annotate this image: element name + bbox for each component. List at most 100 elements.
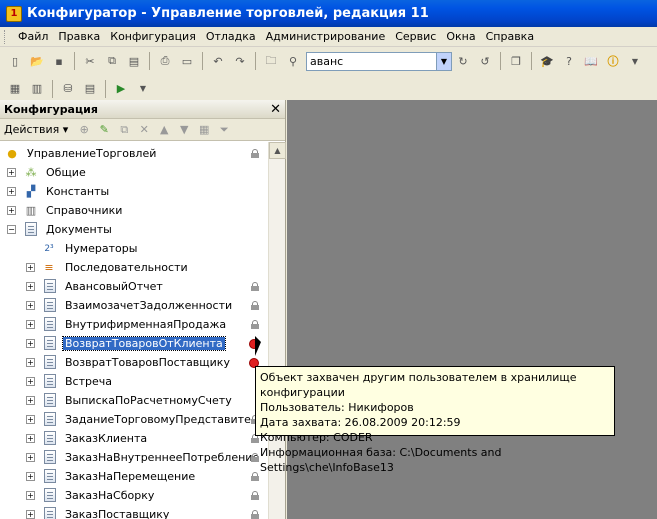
menu-help[interactable]: Справка — [481, 30, 539, 43]
expand-plus-icon[interactable]: + — [7, 206, 16, 215]
run-dropdown-icon[interactable]: ▼ — [134, 80, 152, 98]
delete-icon[interactable]: ✕ — [136, 122, 152, 138]
move-up-icon[interactable]: ▲ — [156, 122, 172, 138]
tree-item-document[interactable]: + ЗаданиеТорговомуПредставите... — [0, 410, 268, 429]
expand-plus-icon[interactable]: + — [26, 453, 35, 462]
preview-icon[interactable]: ▭ — [178, 52, 196, 70]
menu-edit[interactable]: Правка — [53, 30, 105, 43]
tree-item-document[interactable]: + Встреча — [0, 372, 268, 391]
document-icon — [44, 488, 56, 502]
toolbar-dropdown-icon[interactable]: ▼ — [626, 52, 644, 70]
copy-item-icon[interactable]: ⧉ — [116, 122, 132, 138]
info-icon[interactable]: ⓘ — [604, 52, 622, 70]
book-icon[interactable]: 📖 — [582, 52, 600, 70]
menu-configuration[interactable]: Конфигурация — [105, 30, 201, 43]
catalogs-icon: ▥ — [25, 203, 37, 217]
actions-menu[interactable]: Действия ▾ — [4, 123, 68, 136]
toolbar-separator — [74, 52, 75, 70]
collapse-minus-icon[interactable]: − — [7, 225, 16, 234]
save-icon[interactable]: ▪ — [50, 52, 68, 70]
find-in-files-icon[interactable]: 🗀 — [262, 52, 280, 70]
tree-item-label: ЗаказНаСборку — [65, 489, 155, 502]
expand-plus-icon[interactable]: + — [26, 320, 35, 329]
search-input[interactable] — [307, 54, 436, 68]
move-down-icon[interactable]: ▼ — [176, 122, 192, 138]
tree-item-root[interactable]: ● УправлениеТорговлей — [0, 144, 268, 163]
expand-plus-icon[interactable]: + — [26, 472, 35, 481]
expand-plus-icon[interactable]: + — [26, 301, 35, 310]
expand-plus-icon[interactable]: + — [26, 377, 35, 386]
chevron-down-icon[interactable]: ▼ — [436, 52, 451, 70]
print-icon[interactable]: ⎙ — [156, 52, 174, 70]
title-bar: 1 Конфигуратор - Управление торговлей, р… — [0, 0, 657, 27]
windows-icon[interactable]: ❐ — [507, 52, 525, 70]
expand-plus-icon[interactable]: + — [26, 358, 35, 367]
expand-plus-icon[interactable]: + — [7, 187, 16, 196]
table-icon[interactable]: ▤ — [81, 80, 99, 98]
open-icon[interactable]: 📂 — [28, 52, 46, 70]
help-topics-icon[interactable]: ? — [560, 52, 578, 70]
filter-icon[interactable]: ⏷ — [216, 122, 232, 138]
tree-item-document[interactable]: + ЗаказНаВнутреннееПотребление — [0, 448, 268, 467]
paste-icon[interactable]: ▤ — [125, 52, 143, 70]
tree-item-label: ВнутрифирменнаяПродажа — [65, 318, 227, 331]
lock-icon — [251, 320, 259, 329]
menu-administration[interactable]: Администрирование — [261, 30, 391, 43]
tree-item-document[interactable]: + АвансовыйОтчет — [0, 277, 268, 296]
find-prev-icon[interactable]: ↺ — [476, 52, 494, 70]
new-icon[interactable]: ▯ — [6, 52, 24, 70]
tree-item-label: ЗаказНаПеремещение — [65, 470, 196, 483]
tree-item-document[interactable]: + ЗаказКлиента — [0, 429, 268, 448]
menu-windows[interactable]: Окна — [441, 30, 480, 43]
tree-item-label: АвансовыйОтчет — [65, 280, 163, 293]
run-debug-icon[interactable]: ▶ — [112, 80, 130, 98]
panel-header: Конфигурация ✕ — [0, 100, 285, 119]
sort-icon[interactable]: ▦ — [196, 122, 212, 138]
tree-item-document[interactable]: + ВыпискаПоРасчетномуСчету — [0, 391, 268, 410]
close-icon[interactable]: ✕ — [270, 102, 281, 117]
search-combo[interactable]: ▼ — [306, 51, 452, 71]
menu-debug[interactable]: Отладка — [201, 30, 261, 43]
tree-item-document[interactable]: + ВзаимозачетЗадолженности — [0, 296, 268, 315]
tree-item-document[interactable]: + ВозвратТоваровПоставщику — [0, 353, 268, 372]
config-window-icon[interactable]: ▦ — [6, 80, 24, 98]
tree-item-document[interactable]: + ВнутрифирменнаяПродажа — [0, 315, 268, 334]
toolbar-separator — [255, 52, 256, 70]
expand-plus-icon[interactable]: + — [26, 434, 35, 443]
cut-icon[interactable]: ✂ — [81, 52, 99, 70]
sequences-icon: ≡ — [44, 260, 54, 274]
expand-plus-icon[interactable]: + — [7, 168, 16, 177]
expand-plus-icon[interactable]: + — [26, 396, 35, 405]
module-icon[interactable]: ▥ — [28, 80, 46, 98]
expand-plus-icon[interactable]: + — [26, 510, 35, 519]
tree-item-documents[interactable]: − Документы — [0, 220, 268, 239]
expand-plus-icon[interactable]: + — [26, 282, 35, 291]
expand-plus-icon[interactable]: + — [26, 263, 35, 272]
edit-icon[interactable]: ✎ — [96, 122, 112, 138]
menu-service[interactable]: Сервис — [390, 30, 441, 43]
tree-item-numerators[interactable]: 2³ Нумераторы — [0, 239, 268, 258]
add-icon[interactable]: ⊕ — [76, 122, 92, 138]
syntax-assistant-icon[interactable]: 🎓 — [538, 52, 556, 70]
expand-plus-icon[interactable]: + — [26, 415, 35, 424]
tree-item-document[interactable]: + ЗаказНаСборку — [0, 486, 268, 505]
tree-item-sequences[interactable]: + ≡ Последовательности — [0, 258, 268, 277]
expand-plus-icon[interactable]: + — [26, 491, 35, 500]
database-icon[interactable]: ⛁ — [59, 80, 77, 98]
scroll-up-icon[interactable]: ▲ — [269, 142, 286, 159]
tree-item-common[interactable]: + ⁂ Общие — [0, 163, 268, 182]
tree-item-document[interactable]: + ЗаказНаПеремещение — [0, 467, 268, 486]
search-icon[interactable]: ⚲ — [284, 52, 302, 70]
menu-file[interactable]: Файл — [13, 30, 53, 43]
panel-title: Конфигурация — [4, 102, 98, 116]
expand-plus-icon[interactable]: + — [26, 339, 35, 348]
main-toolbar: ▯ 📂 ▪ ✂ ⧉ ▤ ⎙ ▭ ↶ ↷ 🗀 ⚲ ▼ ↻ ↺ ❐ 🎓 ? 📖 ⓘ … — [0, 48, 657, 74]
tree-item-document[interactable]: + ЗаказПоставщику — [0, 505, 268, 519]
redo-icon[interactable]: ↷ — [231, 52, 249, 70]
copy-icon[interactable]: ⧉ — [103, 52, 121, 70]
undo-icon[interactable]: ↶ — [209, 52, 227, 70]
tree-item-document-selected[interactable]: + ВозвратТоваровОтКлиента — [0, 334, 268, 353]
tree-item-catalogs[interactable]: + ▥ Справочники — [0, 201, 268, 220]
tree-item-constants[interactable]: + ▞ Константы — [0, 182, 268, 201]
find-next-icon[interactable]: ↻ — [454, 52, 472, 70]
